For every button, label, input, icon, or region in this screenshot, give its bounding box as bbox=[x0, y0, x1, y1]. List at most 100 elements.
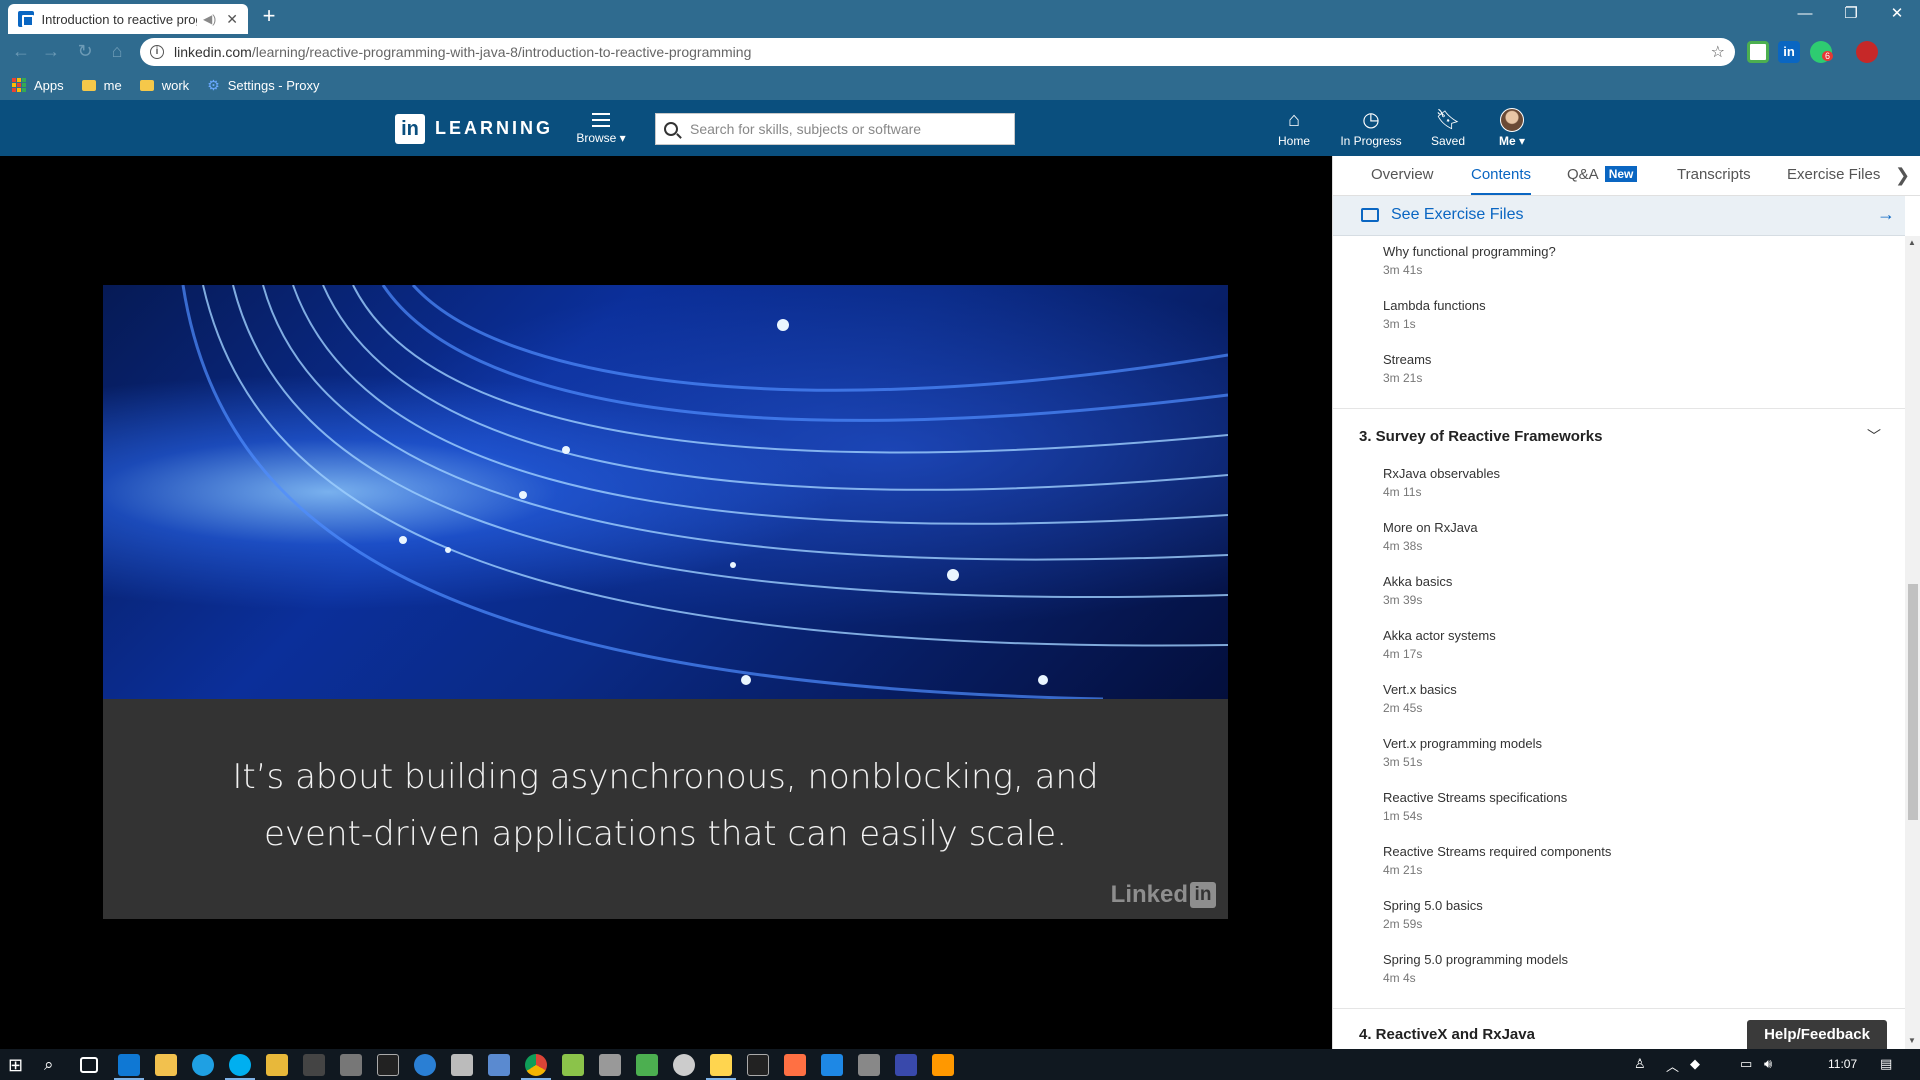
list-item[interactable]: Reactive Streams required components 4m 2… bbox=[1383, 844, 1611, 877]
video-duration: 3m 41s bbox=[1383, 263, 1423, 277]
list-item[interactable]: Vert.x programming models 3m 51s bbox=[1383, 736, 1542, 769]
grammar-extension-icon[interactable]: 6 bbox=[1810, 41, 1834, 63]
app-icon[interactable] bbox=[784, 1054, 806, 1076]
browse-button[interactable]: Browse ▾ bbox=[575, 110, 627, 145]
chevron-up-icon[interactable]: ︿ bbox=[1666, 1056, 1679, 1075]
minimize-button[interactable]: — bbox=[1782, 0, 1828, 30]
scroll-up-icon[interactable]: ▲ bbox=[1908, 238, 1916, 247]
intellij-icon[interactable] bbox=[377, 1054, 399, 1076]
vscode-icon[interactable] bbox=[821, 1054, 843, 1076]
speaker-icon[interactable]: ◀) bbox=[203, 12, 216, 26]
close-window-button[interactable]: ✕ bbox=[1874, 0, 1920, 30]
list-item[interactable]: Why functional programming? 3m 41s bbox=[1383, 244, 1556, 277]
search-input[interactable] bbox=[690, 121, 990, 137]
app-icon[interactable] bbox=[414, 1054, 436, 1076]
section-divider bbox=[1333, 408, 1905, 409]
chrome-icon[interactable] bbox=[525, 1054, 547, 1076]
profile-extension-icon[interactable] bbox=[1856, 41, 1878, 63]
nav-saved[interactable]: 🔖︎ Saved bbox=[1428, 108, 1468, 148]
new-tab-button[interactable]: + bbox=[256, 5, 282, 29]
help-feedback-button[interactable]: Help/Feedback bbox=[1747, 1020, 1887, 1050]
terminal-icon[interactable] bbox=[303, 1054, 325, 1076]
forward-icon[interactable]: → bbox=[40, 42, 62, 62]
list-item[interactable]: RxJava observables 4m 11s bbox=[1383, 466, 1500, 499]
chevron-down-icon[interactable]: ﹀ bbox=[1867, 426, 1881, 446]
notifications-icon[interactable]: ▤ bbox=[1880, 1056, 1892, 1072]
list-item[interactable]: Reactive Streams specifications 1m 54s bbox=[1383, 790, 1567, 823]
sticky-notes-icon[interactable] bbox=[710, 1054, 732, 1076]
bookmark-apps[interactable]: Apps bbox=[12, 78, 64, 93]
tab-transcripts[interactable]: Transcripts bbox=[1677, 166, 1751, 183]
restore-button[interactable]: ❐ bbox=[1828, 0, 1874, 30]
file-explorer-icon[interactable] bbox=[155, 1054, 177, 1076]
git-icon[interactable] bbox=[266, 1054, 288, 1076]
nav-in-progress[interactable]: ◷ In Progress bbox=[1338, 108, 1404, 148]
tab-overview[interactable]: Overview bbox=[1371, 166, 1434, 183]
list-item[interactable]: Akka basics 3m 39s bbox=[1383, 574, 1452, 607]
outlook-icon[interactable] bbox=[118, 1054, 140, 1076]
bookmark-label: Apps bbox=[34, 77, 64, 93]
app-icon[interactable] bbox=[895, 1054, 917, 1076]
learning-brand[interactable]: LEARNING bbox=[435, 118, 553, 139]
url-text[interactable]: linkedin.com/learning/reactive-programmi… bbox=[174, 44, 1711, 60]
home-browser-icon[interactable]: ⌂ bbox=[106, 42, 128, 62]
tab-close-icon[interactable]: ✕ bbox=[226, 11, 238, 28]
app-icon[interactable] bbox=[673, 1054, 695, 1076]
windows-taskbar: ⊞ ⌕ bbox=[0, 1049, 1920, 1080]
app-icon[interactable] bbox=[599, 1054, 621, 1076]
reload-icon[interactable]: ↻ bbox=[74, 42, 96, 62]
app-icon[interactable] bbox=[858, 1054, 880, 1076]
app-icon[interactable] bbox=[488, 1054, 510, 1076]
clock-icon: ◷ bbox=[1362, 109, 1380, 131]
list-item[interactable]: Spring 5.0 programming models 4m 4s bbox=[1383, 952, 1568, 985]
search-icon[interactable]: ⌕ bbox=[44, 1054, 66, 1076]
tray-app-icon[interactable]: ◆ bbox=[1690, 1056, 1700, 1072]
scrollbar-thumb[interactable] bbox=[1908, 584, 1918, 820]
network-icon[interactable]: ▭ bbox=[1740, 1056, 1752, 1072]
see-exercise-files-bar[interactable]: See Exercise Files → bbox=[1333, 196, 1905, 236]
bookmark-me[interactable]: me bbox=[81, 78, 122, 93]
bookmark-settings-proxy[interactable]: ⚙ Settings - Proxy bbox=[207, 77, 319, 94]
nav-home[interactable]: ⌂ Home bbox=[1277, 108, 1311, 148]
linkedin-extension-icon[interactable]: in bbox=[1778, 41, 1800, 63]
app-icon[interactable] bbox=[340, 1054, 362, 1076]
tab-contents[interactable]: Contents bbox=[1471, 166, 1532, 195]
app-icon[interactable] bbox=[932, 1054, 954, 1076]
address-bar[interactable]: i linkedin.com/learning/reactive-program… bbox=[140, 38, 1735, 66]
app-icon[interactable] bbox=[562, 1054, 584, 1076]
list-item[interactable]: Spring 5.0 basics 2m 59s bbox=[1383, 898, 1483, 931]
intellij-icon[interactable] bbox=[747, 1054, 769, 1076]
panel-scrollbar[interactable]: ▲ ▼ bbox=[1905, 236, 1920, 1049]
tab-exercise-files[interactable]: Exercise Files bbox=[1787, 166, 1880, 183]
section-3-title[interactable]: 3. Survey of Reactive Frameworks bbox=[1359, 428, 1602, 445]
back-icon[interactable]: ← bbox=[10, 42, 32, 62]
linkedin-logo[interactable]: in bbox=[395, 114, 425, 144]
skype-icon[interactable] bbox=[229, 1054, 251, 1076]
watermark-text: Linked bbox=[1110, 881, 1188, 908]
people-icon[interactable]: ♙ bbox=[1634, 1056, 1646, 1072]
virtualbox-icon[interactable] bbox=[451, 1054, 473, 1076]
list-item[interactable]: More on RxJava 4m 38s bbox=[1383, 520, 1478, 553]
nav-me[interactable]: Me ▾ bbox=[1494, 108, 1530, 148]
list-item[interactable]: Vert.x basics 2m 45s bbox=[1383, 682, 1457, 715]
bookmark-star-icon[interactable]: ☆ bbox=[1711, 42, 1725, 62]
bookmark-work[interactable]: work bbox=[139, 78, 189, 93]
windows-start-icon[interactable]: ⊞ bbox=[8, 1054, 30, 1076]
search-box[interactable] bbox=[655, 113, 1015, 145]
task-view-icon[interactable] bbox=[80, 1057, 98, 1073]
app-icon[interactable] bbox=[636, 1054, 658, 1076]
extension-icon[interactable] bbox=[1747, 41, 1769, 63]
list-item[interactable]: Akka actor systems 4m 17s bbox=[1383, 628, 1496, 661]
internet-explorer-icon[interactable] bbox=[192, 1054, 214, 1076]
scroll-down-icon[interactable]: ▼ bbox=[1908, 1036, 1916, 1045]
chevron-right-icon[interactable]: ❯ bbox=[1895, 165, 1910, 186]
info-icon[interactable]: i bbox=[150, 45, 164, 59]
tab-qa[interactable]: Q&A New bbox=[1567, 166, 1638, 183]
browser-tab[interactable]: Introduction to reactive prog ◀) ✕ bbox=[8, 4, 248, 34]
list-item[interactable]: Streams 3m 21s bbox=[1383, 352, 1431, 385]
list-item[interactable]: Lambda functions 3m 1s bbox=[1383, 298, 1486, 331]
taskbar-clock[interactable]: 11:07 bbox=[1828, 1057, 1857, 1071]
section-4-title[interactable]: 4. ReactiveX and RxJava bbox=[1359, 1026, 1535, 1043]
volume-icon[interactable]: 🔊︎ bbox=[1764, 1056, 1772, 1072]
video-player[interactable]: It’s about building asynchronous, nonblo… bbox=[103, 285, 1228, 919]
